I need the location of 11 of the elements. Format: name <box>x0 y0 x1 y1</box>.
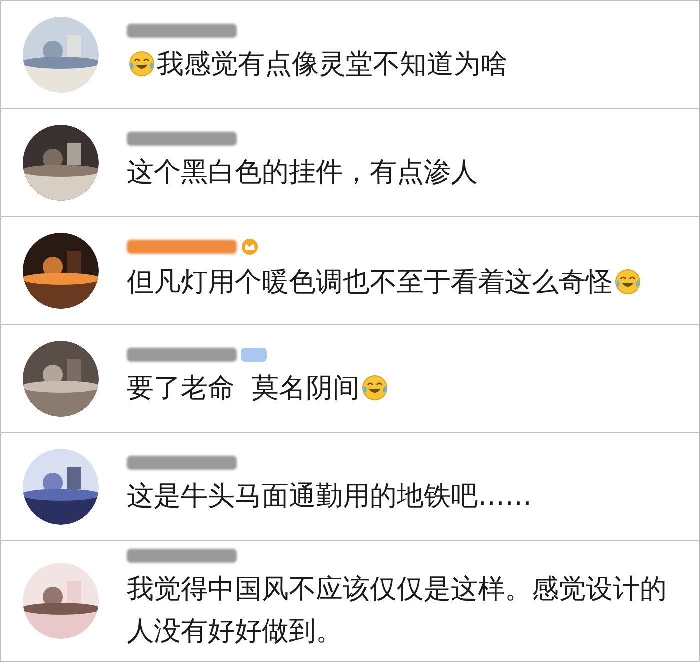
comment-text: 我感觉有点像灵堂不知道为啥 <box>157 48 508 80</box>
laughing-crying-emoji-icon <box>129 50 155 76</box>
comment-text: 这是牛头马面通勤用的地铁吧…… <box>127 480 532 512</box>
laughing-crying-emoji-icon <box>362 374 388 400</box>
comment-text: 我觉得中国风不应该仅仅是这样。感觉设计的人没有好好做到。 <box>127 574 667 647</box>
comment-text: 这个黑白色的挂件，有点渗人 <box>127 156 478 188</box>
comment-text: 要了老命 莫名阴间 <box>127 372 360 404</box>
comment-text: 但凡灯用个暖色调也不至于看着这么奇怪 <box>127 266 613 298</box>
laughing-crying-emoji-icon <box>615 268 641 294</box>
crown-badge-icon <box>241 238 259 256</box>
member-badge-icon <box>241 348 267 362</box>
